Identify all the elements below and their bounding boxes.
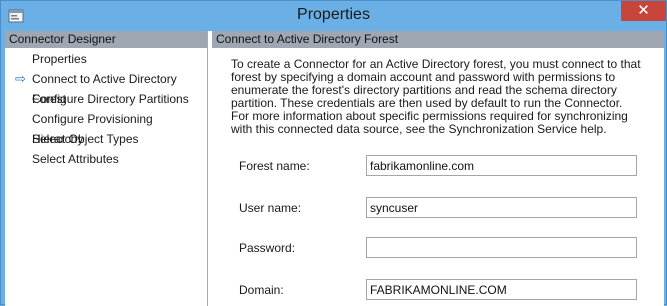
connector-designer-pane: Connector Designer Properties ⇨ Connect … [5,31,208,306]
close-button[interactable]: ✕ [621,1,666,21]
forest-name-label: Forest name: [239,159,310,173]
nav-item-properties[interactable]: Properties [5,49,207,69]
properties-window: Properties ✕ Connector Designer Properti… [0,0,667,306]
password-label: Password: [239,241,296,255]
close-icon: ✕ [637,2,650,19]
connector-designer-header: Connector Designer [5,31,207,48]
password-input[interactable] [366,237,637,258]
nav-item-label: Select Object Types [32,132,139,146]
selected-arrow-icon: ⇨ [15,71,26,86]
instructions-text: To create a Connector for an Active Dire… [231,57,641,136]
user-name-input[interactable] [366,197,637,218]
nav-item-label: Select Attributes [32,152,119,166]
nav-item-connect-to-ad-forest[interactable]: ⇨ Connect to Active Directory Forest [5,69,207,106]
nav-item-label: Configure Directory Partitions [32,92,189,106]
window-title: Properties [297,6,370,23]
forest-name-input[interactable] [366,155,637,176]
domain-input[interactable] [366,279,637,300]
nav-item-label: Properties [32,52,87,66]
domain-label: Domain: [239,283,284,297]
nav-item-select-object-types[interactable]: Select Object Types [5,129,207,149]
connect-forest-pane: Connect to Active Directory Forest To cr… [212,31,664,306]
title-bar[interactable]: Properties ✕ [1,1,666,31]
nav-item-select-attributes[interactable]: Select Attributes [5,149,207,169]
dialog-content: Connector Designer Properties ⇨ Connect … [5,31,664,306]
connect-forest-header: Connect to Active Directory Forest [212,31,664,48]
nav-item-configure-provisioning-hierarchy[interactable]: Configure Provisioning Hierarchy [5,109,207,146]
nav-item-configure-directory-partitions[interactable]: Configure Directory Partitions [5,89,207,109]
user-name-label: User name: [239,201,302,215]
